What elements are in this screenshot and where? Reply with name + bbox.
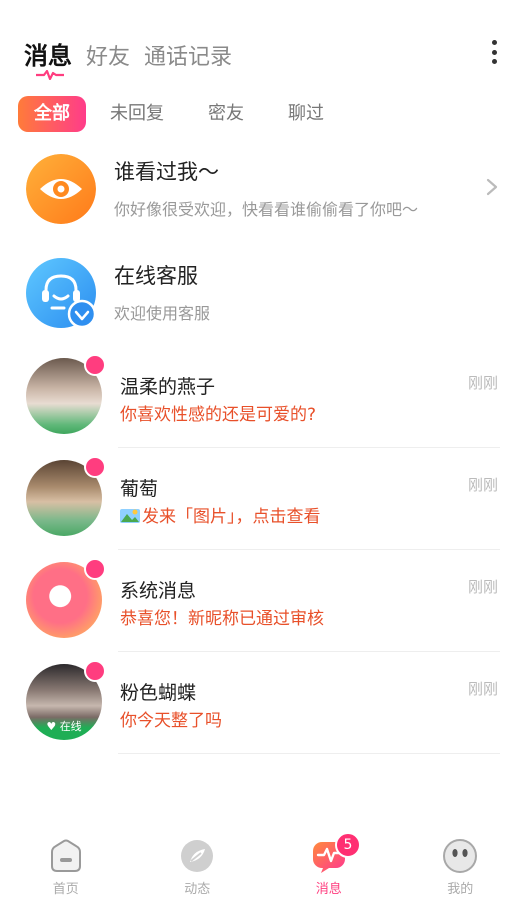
divider [118,753,500,754]
tab-messages-label: 消息 [24,42,72,70]
conversation-name: 系统消息 [120,580,197,602]
nav-home[interactable]: 首页 [0,830,132,899]
image-icon [120,508,140,523]
list-item[interactable]: ♥ 在线 粉色蝴蝶 你今天整了吗 刚刚 [0,652,526,754]
conversation-time: 刚刚 [467,476,498,494]
conversation-message: 发来「图片」，点击查看 [120,502,321,527]
unread-badge [84,354,106,376]
customer-service-row[interactable]: 在线客服 欢迎使用客服 [0,244,526,340]
nav-moments-label: 动态 [184,882,211,897]
customer-service-subtitle: 欢迎使用客服 [114,304,211,323]
tab-messages[interactable]: 消息 [24,36,72,80]
conversation-message: 你今天整了吗 [120,711,222,731]
online-tag: ♥ 在线 [46,720,82,733]
unread-badge [84,558,106,580]
eye-icon [26,154,96,224]
conversation-message: 你喜欢性感的还是可爱的? [120,405,317,425]
unread-count-badge: 5 [335,832,361,858]
headset-icon [26,258,97,329]
active-wave-icon [36,70,64,80]
nav-moments[interactable]: 动态 [132,830,264,899]
list-item[interactable]: 葡萄 发来「图片」，点击查看 刚刚 [0,448,526,550]
chevron-right-icon [486,178,498,196]
conversation-name: 温柔的燕子 [120,376,216,398]
filter-unreplied[interactable]: 未回复 [94,96,180,132]
nav-messages-label: 消息 [315,882,342,897]
heart-icon: ♥ [46,720,57,733]
more-dot-icon [491,59,497,64]
conversation-name: 粉色蝴蝶 [120,682,197,704]
message-tabs: 消息 好友 通话记录 [24,36,246,80]
home-icon [50,839,81,872]
more-dot-icon [491,40,497,45]
conversation-name: 葡萄 [120,478,159,500]
filter-chatted[interactable]: 聊过 [272,96,340,132]
nav-profile[interactable]: 我的 [395,830,526,899]
conversation-time: 刚刚 [467,578,498,596]
face-icon [443,839,478,873]
nav-profile-label: 我的 [447,882,474,897]
who-viewed-me-title: 谁看过我～ [114,160,219,184]
nav-home-label: 首页 [52,882,79,897]
conversation-message: 恭喜您！新昵称已通过审核 [120,609,324,629]
filter-all[interactable]: 全部 [18,96,86,132]
unread-badge [84,456,106,478]
tab-call-history[interactable]: 通话记录 [144,39,232,71]
who-viewed-me-subtitle: 你好像很受欢迎，快看看谁偷偷看了你吧～ [114,200,419,219]
nav-messages[interactable]: 消息 5 [263,830,395,899]
list-item[interactable]: 温柔的燕子 你喜欢性感的还是可爱的? 刚刚 [0,346,526,448]
bottom-nav: 首页 动态 消息 5 我的 [0,830,526,899]
who-viewed-me-row[interactable]: 谁看过我～ 你好像很受欢迎，快看看谁偷偷看了你吧～ [0,140,526,236]
customer-service-title: 在线客服 [114,264,198,288]
list-item[interactable]: 系统消息 恭喜您！新昵称已通过审核 刚刚 [0,550,526,652]
conversation-time: 刚刚 [467,374,498,392]
filter-close-friends[interactable]: 密友 [192,96,260,132]
unread-badge [84,660,106,682]
more-options-button[interactable] [490,40,498,64]
tab-friends[interactable]: 好友 [86,39,130,71]
filter-bar: 全部 未回复 密友 聊过 [18,95,352,133]
compass-icon [181,840,214,872]
conversation-time: 刚刚 [467,680,498,698]
more-dot-icon [491,49,497,55]
